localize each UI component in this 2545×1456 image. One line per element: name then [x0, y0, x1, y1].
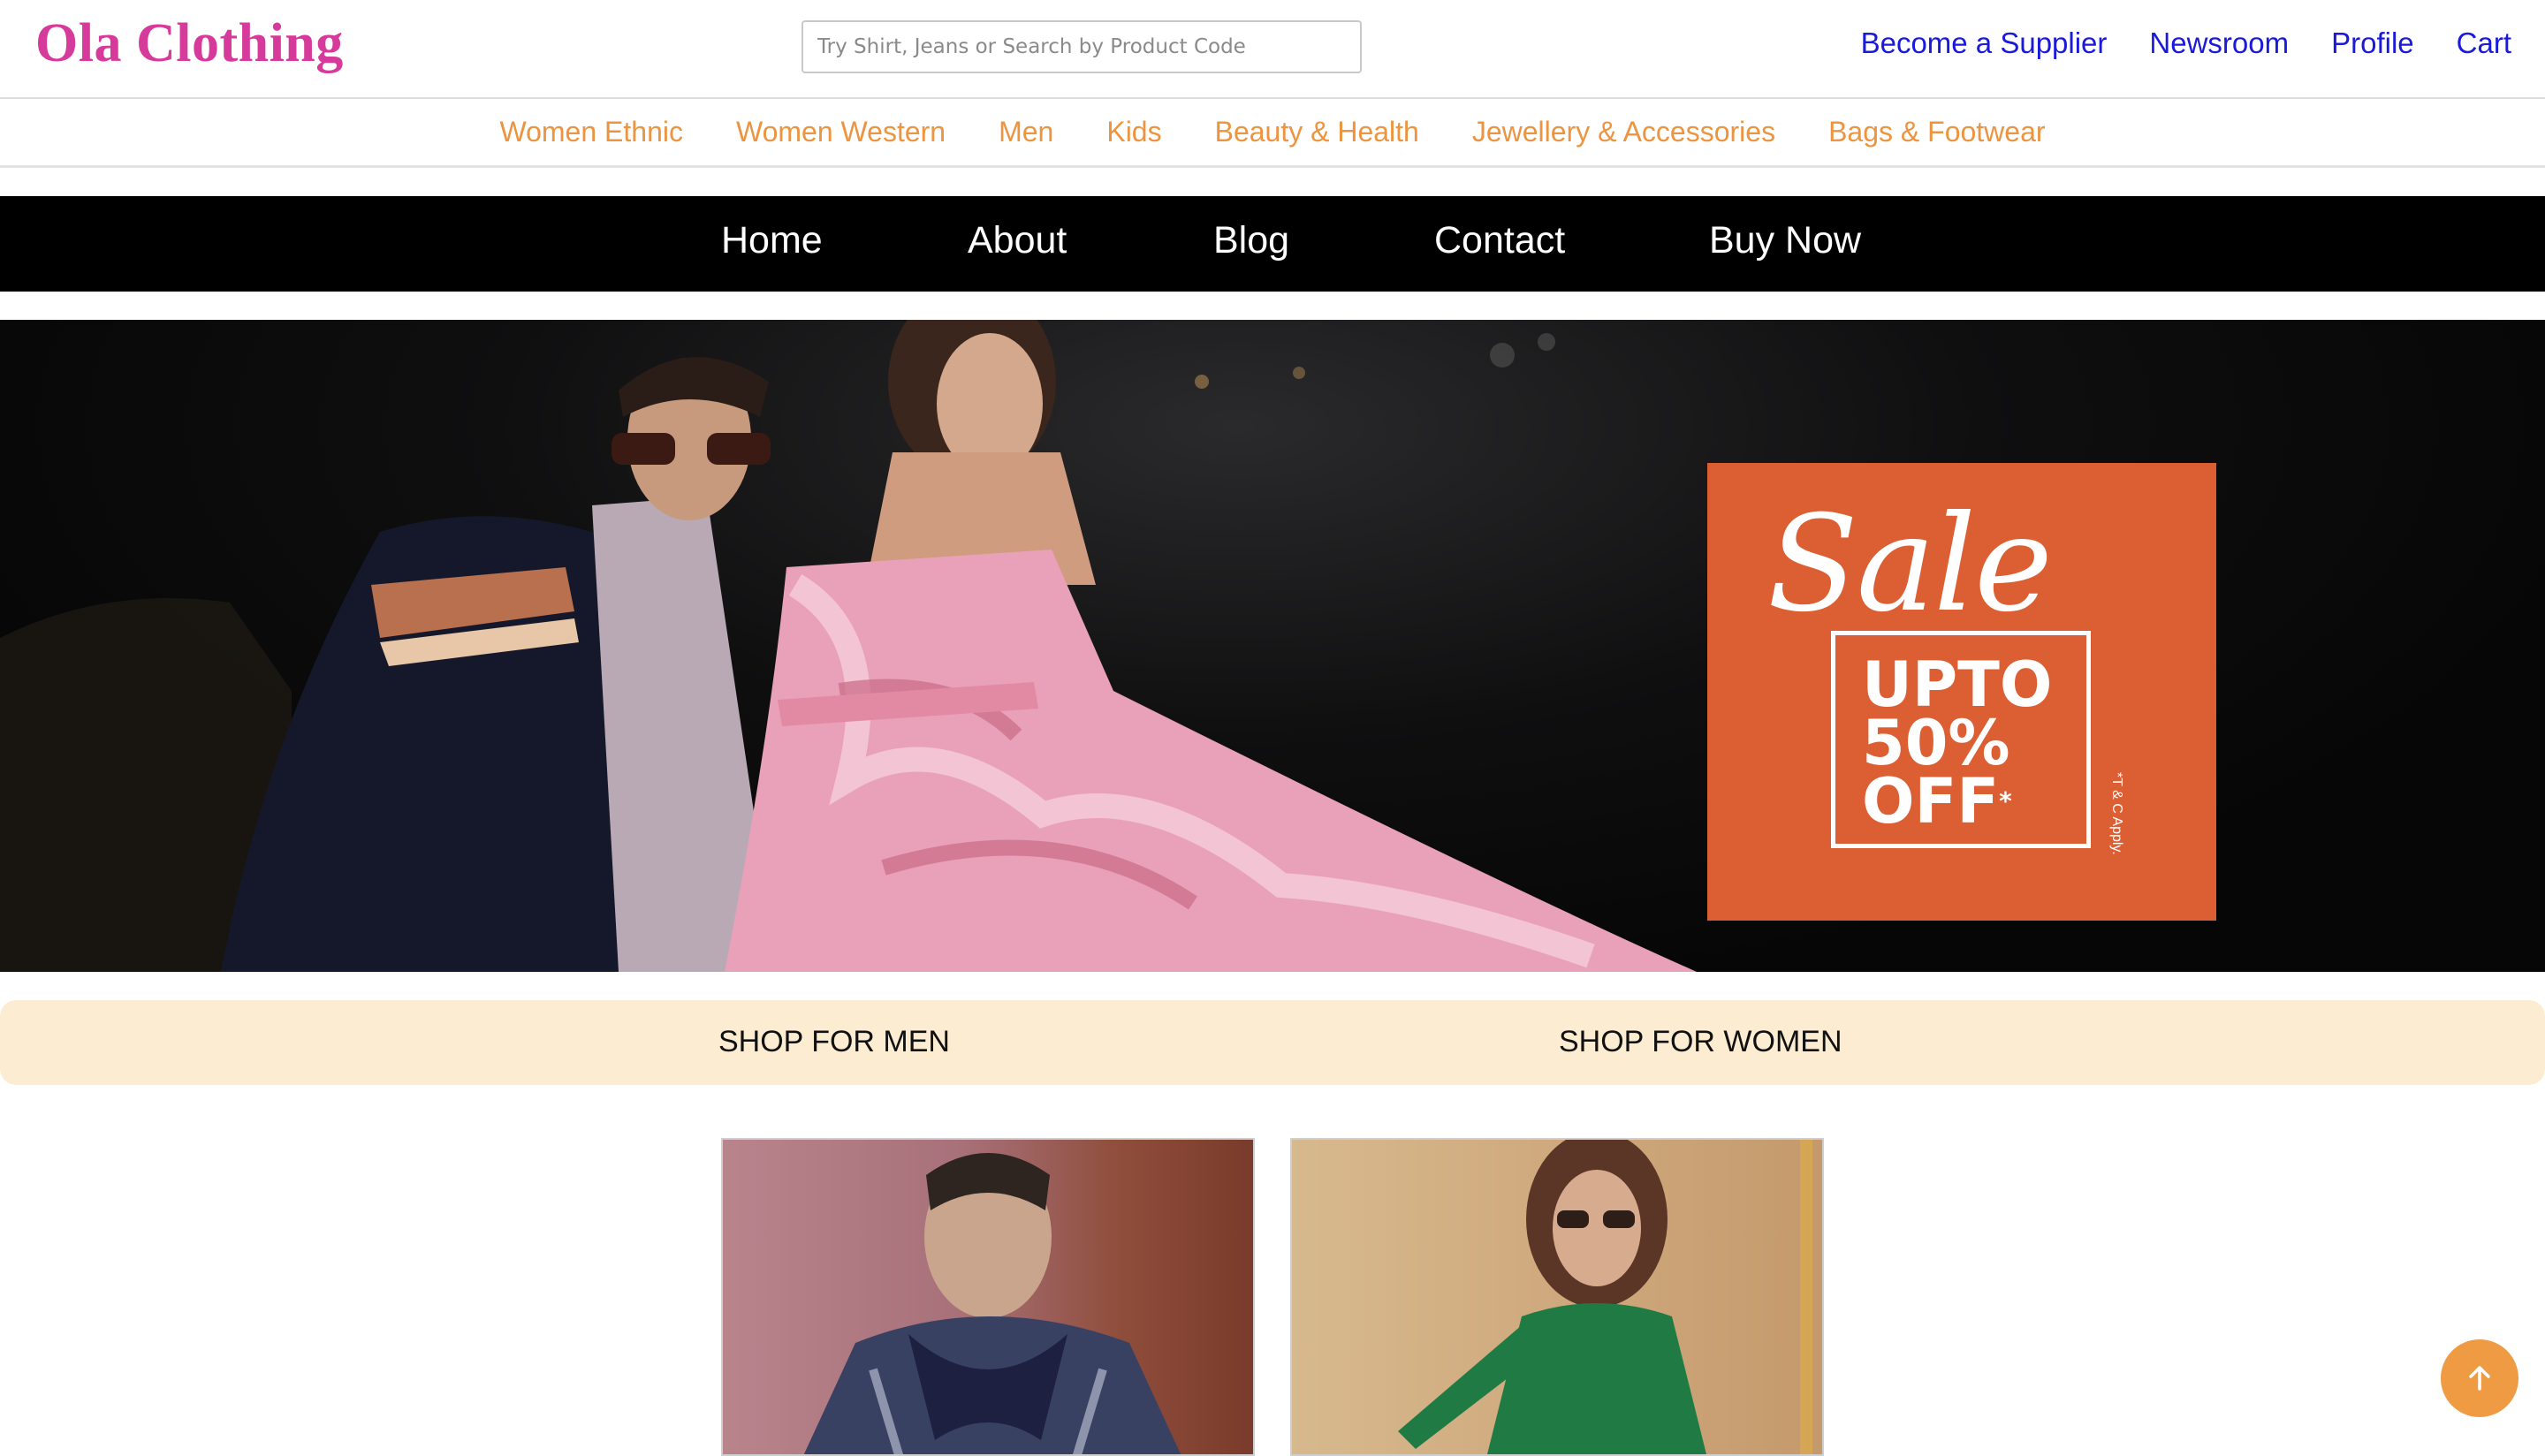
top-links: Become a Supplier Newsroom Profile Cart — [1861, 27, 2511, 60]
men-model-image — [803, 1153, 1181, 1454]
shop-for-men-link[interactable]: SHOP FOR MEN — [718, 1025, 950, 1059]
women-model-image — [1398, 1140, 1812, 1454]
sale-asterisk: * — [1999, 786, 2012, 815]
shop-for-women-link[interactable]: SHOP FOR WOMEN — [1559, 1025, 1842, 1059]
hero-banner[interactable]: Sale UPTO 50% OFF* *T & C Apply. — [0, 320, 2545, 972]
sale-offer-badge[interactable]: Sale UPTO 50% OFF* *T & C Apply. — [1707, 463, 2216, 921]
nav-blog[interactable]: Blog — [1213, 219, 1289, 262]
site-logo[interactable]: Ola Clothing — [35, 12, 344, 75]
sale-discount-text: UPTO 50% OFF* — [1862, 648, 2092, 832]
arrow-up-icon — [2469, 1366, 2490, 1391]
women-collection-card[interactable] — [1290, 1138, 1824, 1456]
top-header: Ola Clothing Become a Supplier Newsroom … — [0, 0, 2545, 99]
category-bags-footwear[interactable]: Bags & Footwear — [1828, 116, 2045, 148]
shop-bar: SHOP FOR MEN SHOP FOR WOMEN — [0, 1000, 2545, 1085]
back-to-top-button[interactable] — [2441, 1339, 2518, 1417]
category-beauty-health[interactable]: Beauty & Health — [1215, 116, 1419, 148]
category-kids[interactable]: Kids — [1106, 116, 1161, 148]
category-women-western[interactable]: Women Western — [736, 116, 946, 148]
nav-contact[interactable]: Contact — [1434, 219, 1565, 262]
main-nav: Home About Blog Contact Buy Now — [0, 196, 2545, 292]
profile-link[interactable]: Profile — [2331, 27, 2414, 60]
nav-home[interactable]: Home — [721, 219, 823, 262]
nav-buy-now[interactable]: Buy Now — [1709, 219, 1861, 262]
search-input[interactable] — [801, 20, 1362, 73]
newsroom-link[interactable]: Newsroom — [2149, 27, 2289, 60]
sale-line-upto: UPTO — [1862, 648, 2053, 721]
category-men[interactable]: Men — [999, 116, 1053, 148]
sale-line-percent: 50% — [1862, 707, 2010, 779]
cart-link[interactable]: Cart — [2457, 27, 2511, 60]
category-bar: Women Ethnic Women Western Men Kids Beau… — [0, 99, 2545, 168]
become-supplier-link[interactable]: Become a Supplier — [1861, 27, 2108, 60]
men-collection-card[interactable] — [721, 1138, 1255, 1456]
terms-note: *T & C Apply. — [2109, 772, 2124, 855]
category-jewellery-accessories[interactable]: Jewellery & Accessories — [1472, 116, 1775, 148]
sale-off-word: OFF — [1862, 765, 2000, 838]
sale-line-off: OFF* — [1862, 770, 2092, 832]
sale-script-text: Sale — [1767, 488, 2053, 641]
nav-about[interactable]: About — [968, 219, 1067, 262]
category-women-ethnic[interactable]: Women Ethnic — [499, 116, 683, 148]
